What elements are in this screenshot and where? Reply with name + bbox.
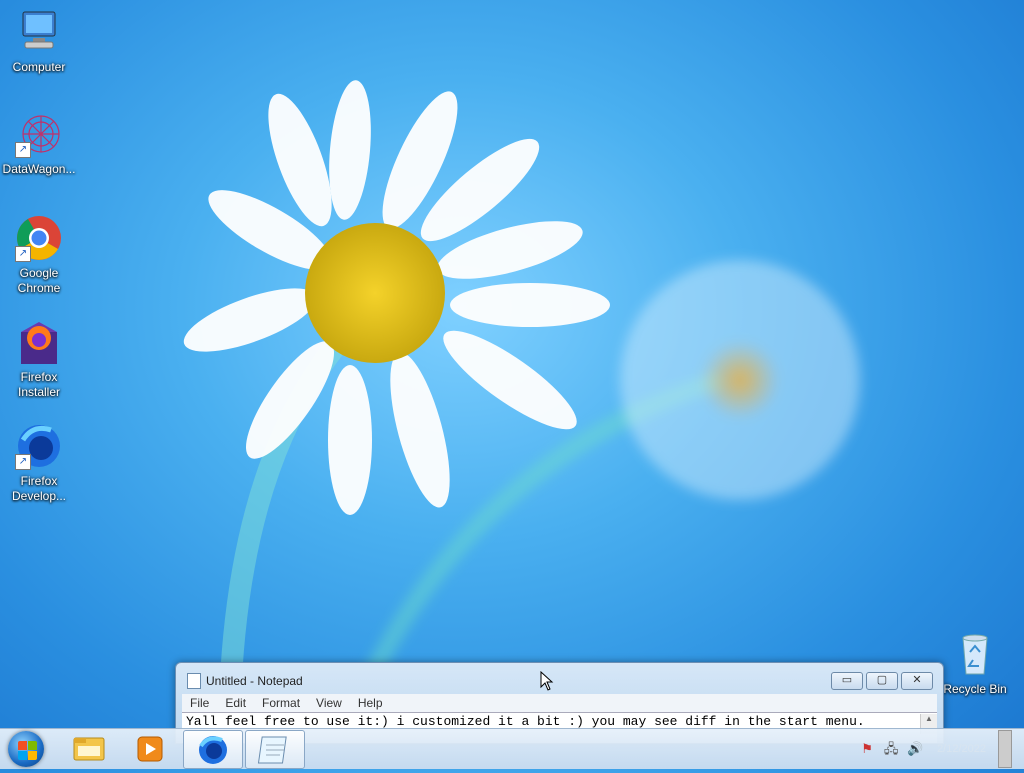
taskbar-notepad[interactable] <box>245 730 305 769</box>
action-center-flag-icon[interactable]: ⚑ <box>859 741 875 757</box>
network-icon[interactable]: 🖧 <box>883 741 899 757</box>
taskbar-firefox[interactable] <box>183 730 243 769</box>
menu-file[interactable]: File <box>182 694 217 712</box>
firefox-developer-icon: ↗ <box>15 422 63 470</box>
windows-start-icon[interactable] <box>8 731 44 767</box>
desktop-icon-chrome[interactable]: ↗ Google Chrome <box>1 214 77 296</box>
show-desktop-button[interactable] <box>998 730 1012 768</box>
taskbar-explorer[interactable] <box>60 730 118 767</box>
chrome-icon: ↗ <box>15 214 63 262</box>
shortcut-arrow-icon: ↗ <box>15 142 31 158</box>
clock[interactable]: 2/12/2022 <box>937 743 986 755</box>
minimize-button[interactable]: ▭ <box>831 672 863 690</box>
computer-icon <box>15 8 63 56</box>
taskbar-media-player[interactable] <box>120 730 178 767</box>
taskbar: ⚑ 🖧 🔊 2/12/2022 <box>0 728 1024 769</box>
desktop-icon-firefox-developer[interactable]: ↗ Firefox Develop... <box>1 422 77 504</box>
wallpaper <box>183 80 860 704</box>
desktop-icon-label: Recycle Bin <box>943 682 1007 696</box>
menu-edit[interactable]: Edit <box>217 694 254 712</box>
volume-icon[interactable]: 🔊 <box>907 741 923 757</box>
shortcut-arrow-icon: ↗ <box>15 454 31 470</box>
menu-view[interactable]: View <box>308 694 350 712</box>
desktop-icon-recycle-bin[interactable]: Recycle Bin <box>937 630 1013 697</box>
desktop-icon-label: Computer <box>12 60 66 74</box>
firefox-icon <box>199 736 227 764</box>
firefox-installer-icon <box>15 318 63 366</box>
mouse-cursor-icon <box>540 671 554 691</box>
menu-help[interactable]: Help <box>350 694 391 712</box>
menu-format[interactable]: Format <box>254 694 308 712</box>
explorer-icon <box>73 737 105 761</box>
shortcut-arrow-icon: ↗ <box>15 246 31 262</box>
desktop-icon-label: Firefox Installer <box>17 370 61 399</box>
window-title: Untitled - Notepad <box>206 674 303 688</box>
desktop-icon-label: DataWagon... <box>2 162 76 176</box>
desktop-icon-label: Firefox Develop... <box>11 474 67 503</box>
notepad-app-icon <box>187 673 201 689</box>
menu-bar: File Edit Format View Help <box>182 694 937 712</box>
desktop-icon-label: Google Chrome <box>17 266 61 295</box>
desktop-icon-computer[interactable]: Computer <box>1 8 77 75</box>
system-tray: ⚑ 🖧 🔊 2/12/2022 <box>859 729 1012 769</box>
datawagon-icon: ↗ <box>15 110 63 158</box>
close-button[interactable]: ✕ <box>901 672 933 690</box>
maximize-button[interactable]: ▢ <box>866 672 898 690</box>
desktop-icon-datawagon[interactable]: ↗ DataWagon... <box>1 110 77 177</box>
desktop-icon-firefox-installer[interactable]: Firefox Installer <box>1 318 77 400</box>
media-player-icon <box>137 736 163 762</box>
recycle-bin-icon <box>951 630 999 678</box>
notepad-icon <box>257 736 287 764</box>
